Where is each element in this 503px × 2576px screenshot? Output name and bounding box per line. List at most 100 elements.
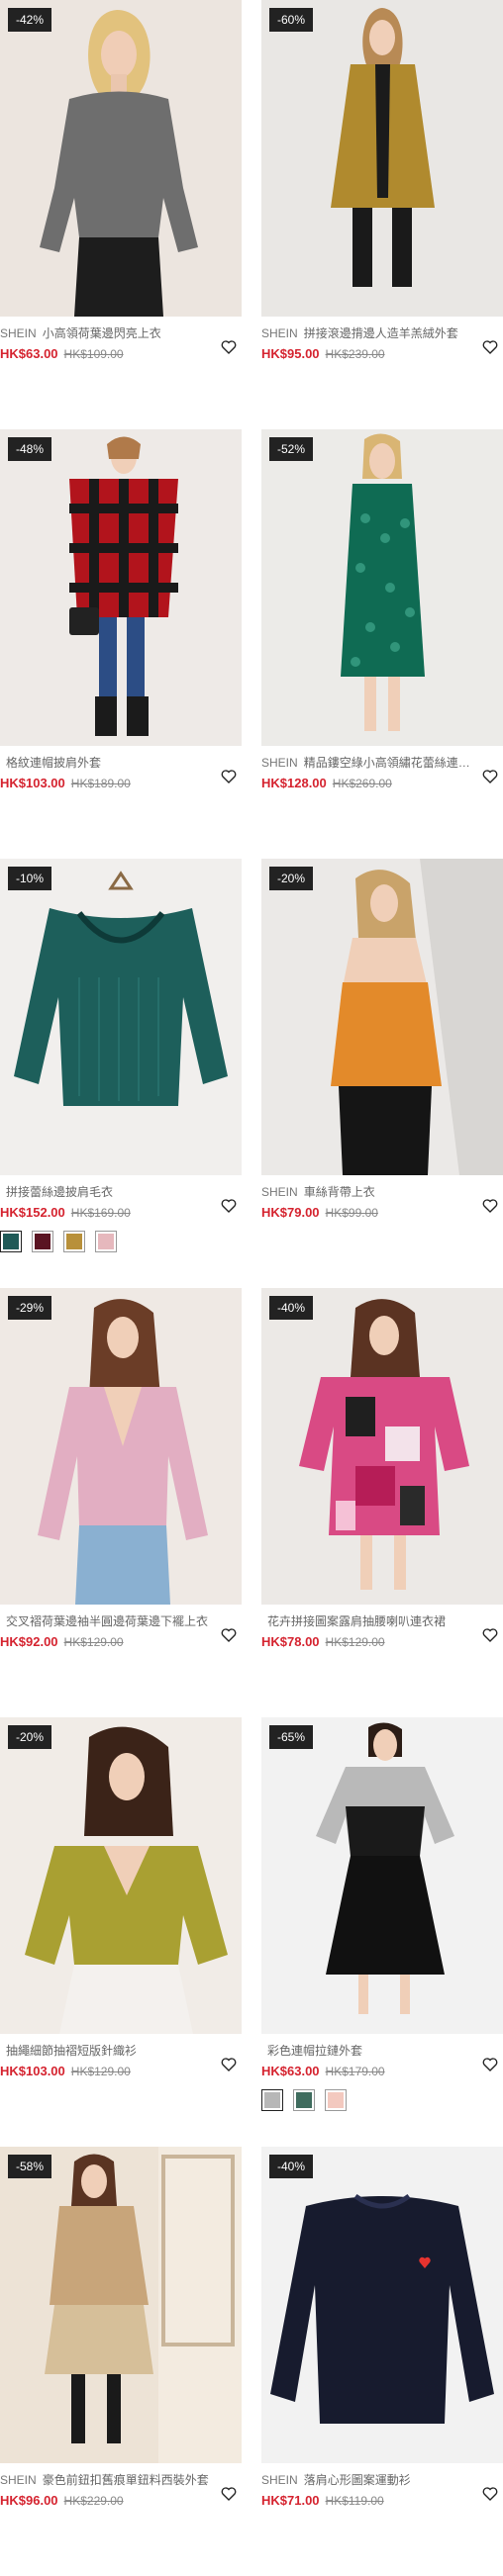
product-card[interactable]: -40% 花卉拼接圖案露肩抽腰喇叭連衣裙 HK$78.00 HK$129.00 [261,1288,503,1717]
product-image[interactable]: -20% [0,1717,242,2034]
sale-price: HK$92.00 [0,1634,58,1649]
sale-price: HK$63.00 [0,346,58,361]
color-swatch[interactable] [293,2089,315,2111]
product-title[interactable]: SHEIN 精品鏤空綠小高領繡花蕾絲連衣裙 [261,756,479,770]
product-name: 精品鏤空綠小高領繡花蕾絲連衣裙 [303,756,479,770]
color-swatch[interactable] [261,2089,283,2111]
wishlist-heart-icon[interactable] [220,1626,238,1644]
wishlist-heart-icon[interactable] [220,2056,238,2073]
original-price: HK$239.00 [325,347,385,361]
product-card[interactable]: -65% 彩色連帽拉鏈外套 HK$63.00 HK$179.00 [261,1717,503,2147]
product-card[interactable]: -58% SHEIN 豪色前鈕扣舊痕單鈕料西裝外套 HK$96.00 HK$229.… [0,2147,242,2576]
swatch-color [296,2092,312,2108]
original-price: HK$229.00 [63,2494,124,2508]
sale-price: HK$78.00 [261,1634,320,1649]
wishlist-heart-icon[interactable] [481,1197,499,1215]
brand-label: SHEIN [0,2473,37,2487]
product-card[interactable]: -29% 交叉褶荷葉邊袖半圓邊荷葉邊下襬上衣 HK$92.00 HK$129.00 [0,1288,242,1717]
wishlist-heart-icon[interactable] [481,2485,499,2503]
original-price: HK$269.00 [332,777,392,790]
product-image[interactable]: -20% [261,859,503,1175]
original-price: HK$179.00 [325,2065,385,2078]
original-price: HK$99.00 [325,1206,378,1220]
color-swatch[interactable] [32,1231,53,1252]
product-image[interactable]: -60% [261,0,503,317]
wishlist-heart-icon[interactable] [220,338,238,356]
original-price: HK$189.00 [70,777,131,790]
product-card[interactable]: -20% SHEIN 車絲背帶上衣 HK$79.00 HK$99.00 [261,859,503,1288]
product-title[interactable]: 交叉褶荷葉邊袖半圓邊荷葉邊下襬上衣 [0,1614,218,1628]
product-title[interactable]: SHEIN 豪色前鈕扣舊痕單鈕料西裝外套 [0,2473,218,2487]
wishlist-heart-icon[interactable] [481,2056,499,2073]
product-image[interactable]: -40% [261,1288,503,1605]
price-row: HK$103.00 HK$129.00 [0,2064,242,2079]
sale-price: HK$79.00 [261,1205,320,1220]
product-card[interactable]: -40% SHEIN 落肩心形圖案運動衫 HK$71.00 HK$119.00 [261,2147,503,2576]
model-lime-knit-icon [0,1717,242,2034]
product-title[interactable]: 拼接蕾絲邊披肩毛衣 [0,1185,218,1199]
product-title[interactable]: SHEIN 車絲背帶上衣 [261,1185,479,1199]
product-name: 小高領荷葉邊閃亮上衣 [42,326,161,340]
wishlist-heart-icon[interactable] [481,768,499,785]
product-card[interactable]: -48% 格紋連帽披肩外套 HK$103.00 HK$189.00 [0,429,242,859]
product-name: 落肩心形圖案運動衫 [303,2473,411,2487]
model-mustard-coat-icon [261,0,503,317]
product-image[interactable]: -52% [261,429,503,746]
product-image[interactable]: -10% [0,859,242,1175]
color-swatch[interactable] [95,1231,117,1252]
product-name: 格紋連帽披肩外套 [6,756,102,770]
price-row: HK$71.00 HK$119.00 [261,2493,503,2509]
product-title[interactable]: 格紋連帽披肩外套 [0,756,218,770]
brand-label: SHEIN [261,2473,298,2487]
swatch-color [98,1234,114,1249]
product-title[interactable]: SHEIN 小高領荷葉邊閃亮上衣 [0,326,218,340]
wishlist-heart-icon[interactable] [220,2485,238,2503]
brand-label: SHEIN [261,756,298,770]
product-title[interactable]: SHEIN 落肩心形圖案運動衫 [261,2473,479,2487]
color-swatch[interactable] [325,2089,347,2111]
sale-price: HK$63.00 [261,2064,320,2078]
product-image[interactable]: -42% [0,0,242,317]
sale-price: HK$96.00 [0,2493,58,2508]
discount-badge: -42% [8,8,52,32]
wishlist-heart-icon[interactable] [220,1197,238,1215]
sale-price: HK$152.00 [0,1205,65,1220]
product-image[interactable]: -40% [261,2147,503,2463]
product-card[interactable]: -52% SHEIN 精品鏤空綠小高領繡花蕾絲連衣裙 HK$128.00 HK$26… [261,429,503,859]
discount-badge: -40% [269,1296,314,1320]
swatch-color [264,2092,280,2108]
model-grey-knit-top-icon [0,0,242,317]
price-row: HK$92.00 HK$129.00 [0,1634,242,1650]
price-row: HK$63.00 HK$109.00 [0,346,242,362]
product-image[interactable]: -29% [0,1288,242,1605]
price-row: HK$103.00 HK$189.00 [0,776,242,791]
product-card[interactable]: -20% 抽繩細節抽褶短版針織衫 HK$103.00 HK$129.00 [0,1717,242,2147]
product-image[interactable]: -48% [0,429,242,746]
wishlist-heart-icon[interactable] [481,1626,499,1644]
product-name: 拼接滾邊揹邊人造羊羔絨外套 [303,326,458,340]
wishlist-heart-icon[interactable] [481,338,499,356]
brand-label: SHEIN [0,326,37,340]
discount-badge: -29% [8,1296,52,1320]
discount-badge: -52% [269,437,314,461]
price-row: HK$79.00 HK$99.00 [261,1205,503,1221]
product-image[interactable]: -58% [0,2147,242,2463]
color-swatches [261,2089,503,2111]
color-swatch[interactable] [0,1231,22,1252]
color-swatch[interactable] [63,1231,85,1252]
model-colorblock-dress-icon [261,1717,503,2034]
product-card[interactable]: -42% SHEIN 小高領荷葉邊閃亮上衣 HK$63.00 HK$109.00 [0,0,242,429]
discount-badge: -48% [8,437,52,461]
brand-label: SHEIN [261,326,298,340]
product-title[interactable]: 花卉拼接圖案露肩抽腰喇叭連衣裙 [261,1614,479,1628]
product-title[interactable]: SHEIN 拼接滾邊揹邊人造羊羔絨外套 [261,326,479,340]
product-card[interactable]: -10% 拼接蕾絲邊披肩毛衣 HK$152.00 HK$169.00 [0,859,242,1288]
product-image[interactable]: -65% [261,1717,503,2034]
product-card[interactable]: -60% SHEIN 拼接滾邊揹邊人造羊羔絨外套 HK$95.00 HK$239.0… [261,0,503,429]
product-grid: -42% SHEIN 小高領荷葉邊閃亮上衣 HK$63.00 HK$109.00 -… [0,0,503,2576]
model-patchwork-dress-icon [261,1288,503,1605]
model-plaid-cape-icon [0,429,242,746]
wishlist-heart-icon[interactable] [220,768,238,785]
product-title[interactable]: 抽繩細節抽褶短版針織衫 [0,2044,218,2058]
product-title[interactable]: 彩色連帽拉鏈外套 [261,2044,479,2058]
